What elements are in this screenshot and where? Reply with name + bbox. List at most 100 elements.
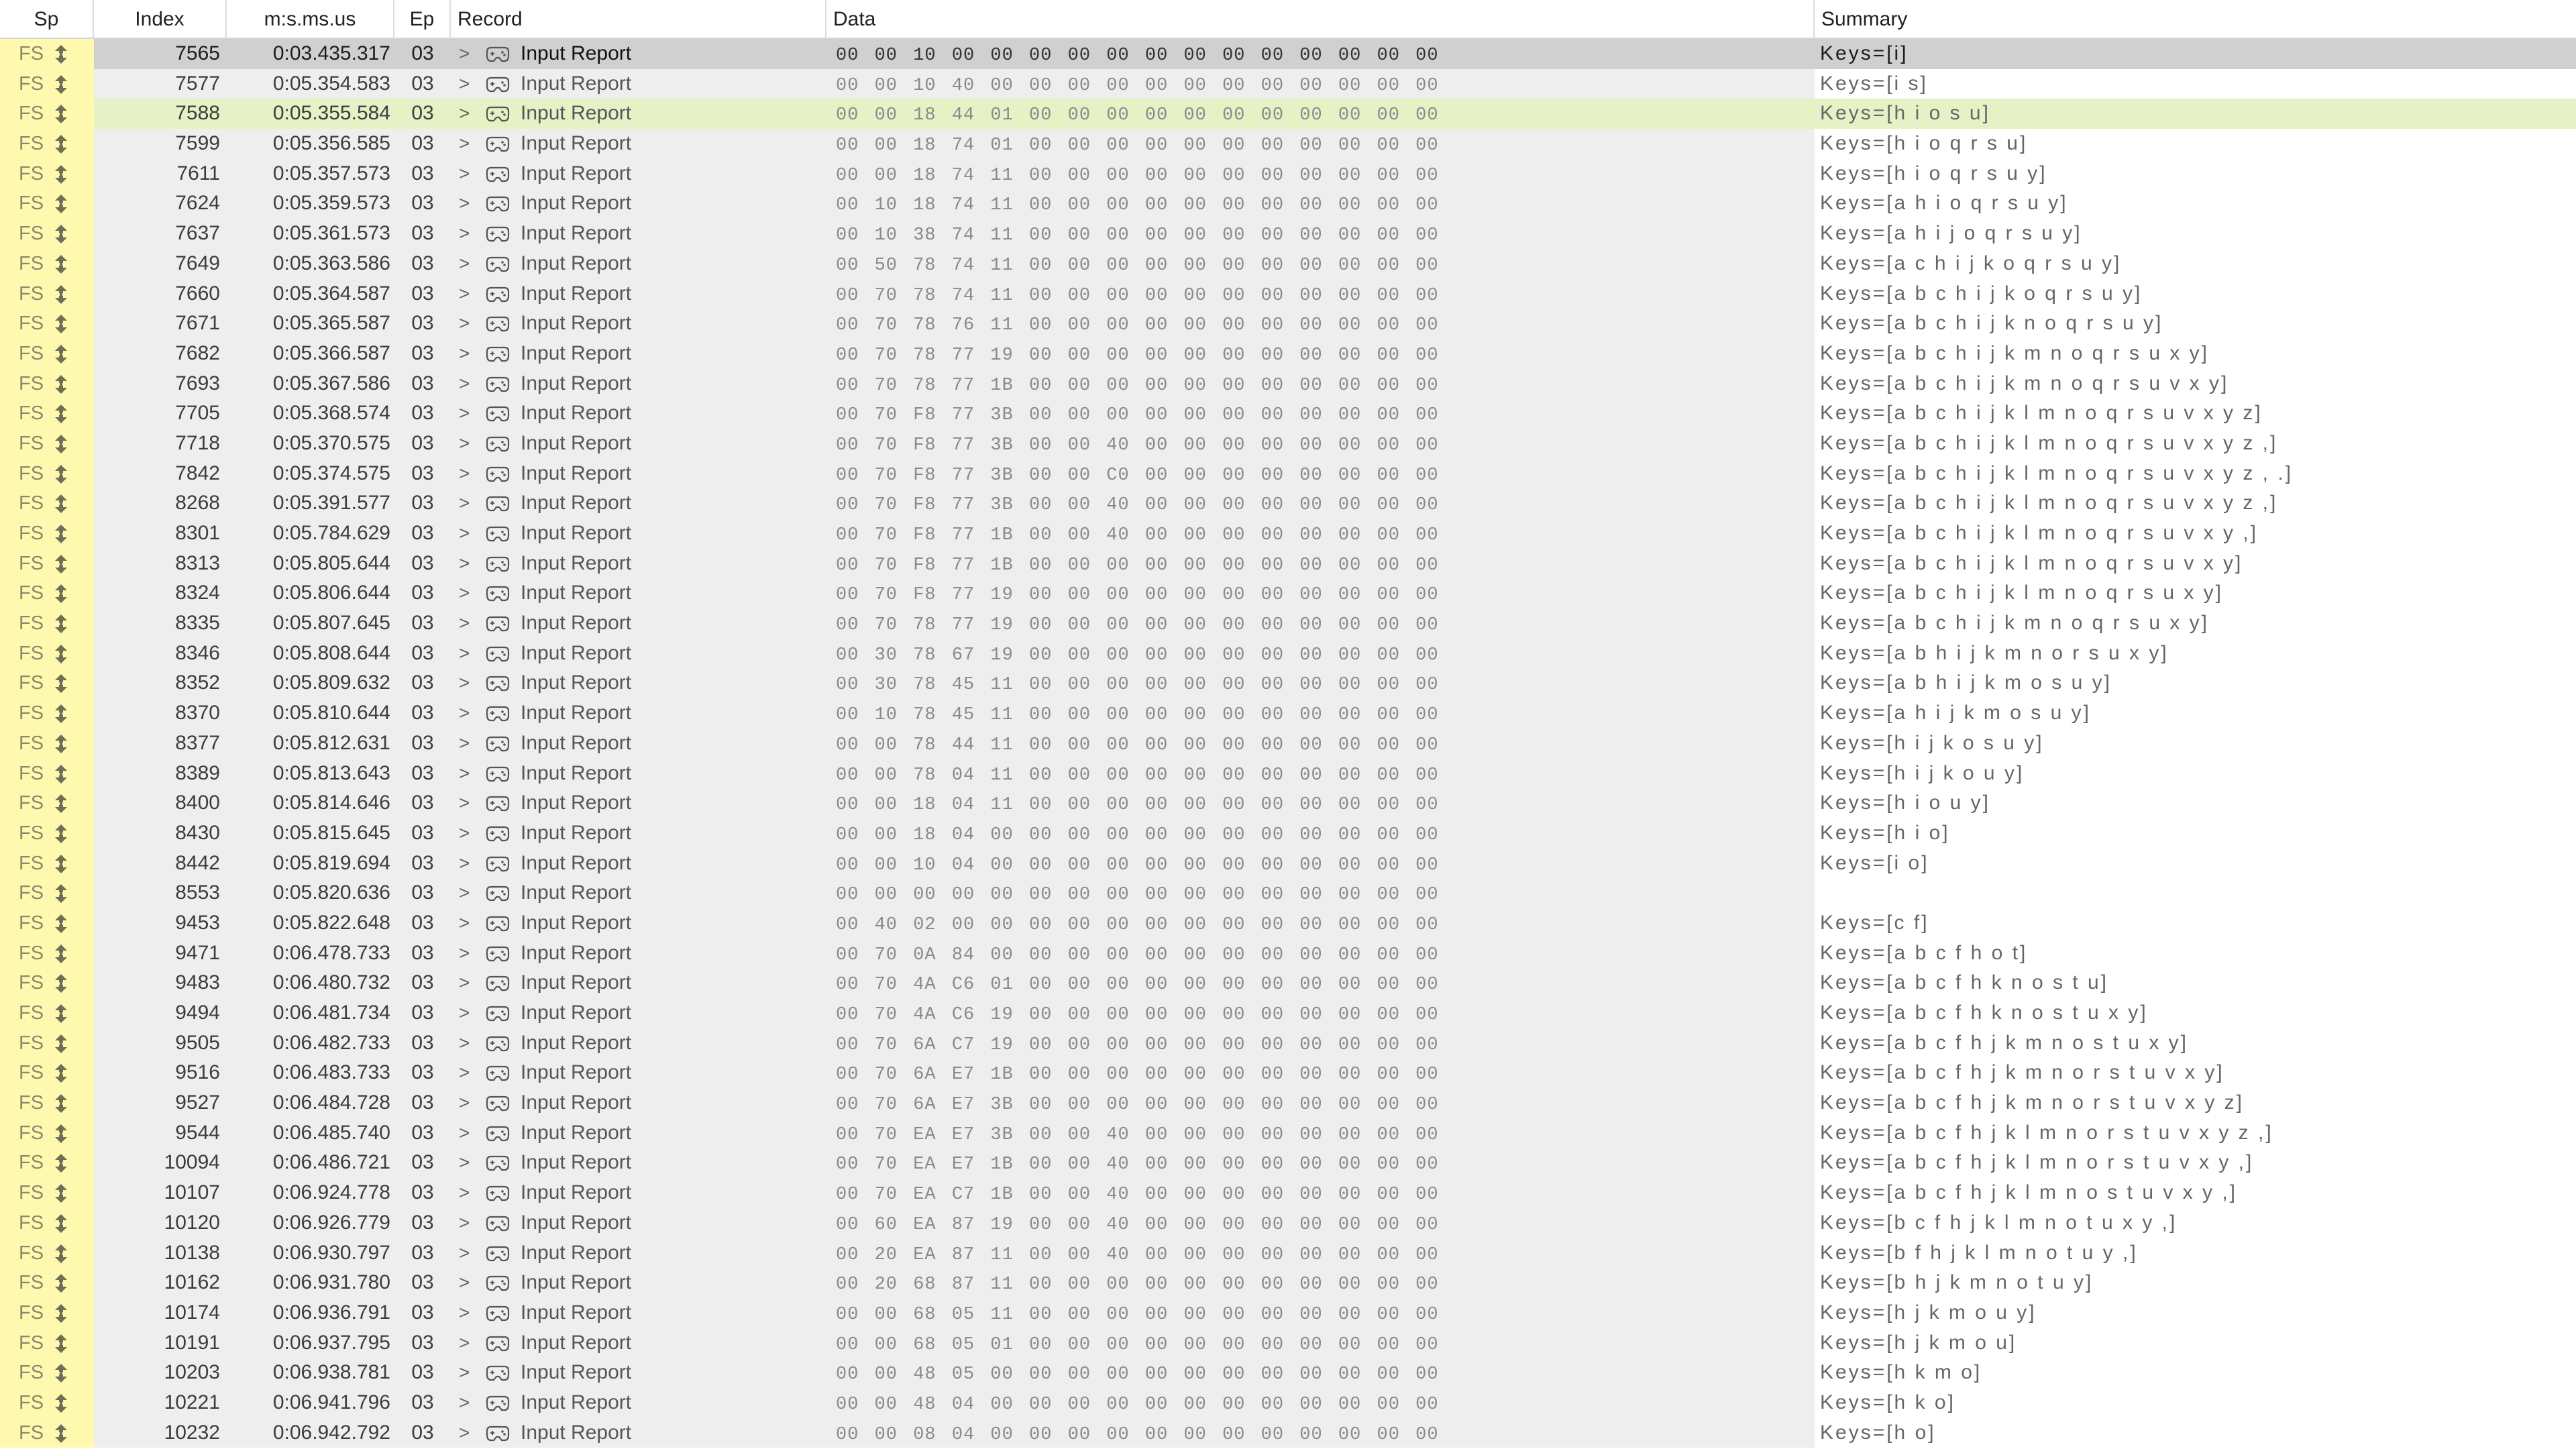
- chevron-right-icon[interactable]: >: [459, 578, 470, 608]
- chevron-right-icon[interactable]: >: [459, 938, 470, 969]
- column-header-sp[interactable]: Sp: [0, 0, 94, 38]
- chevron-right-icon[interactable]: >: [459, 369, 470, 399]
- trace-row[interactable]: FS 9505 0:06.482.733 03 > Input Report 0…: [0, 1028, 2576, 1059]
- trace-row[interactable]: FS 8324 0:05.806.644 03 > Input Report 0…: [0, 578, 2576, 609]
- chevron-right-icon[interactable]: >: [459, 488, 470, 519]
- trace-row[interactable]: FS 8389 0:05.813.643 03 > Input Report 0…: [0, 758, 2576, 789]
- chevron-right-icon[interactable]: >: [459, 1418, 470, 1448]
- column-header-index[interactable]: Index: [94, 0, 227, 38]
- chevron-right-icon[interactable]: >: [459, 519, 470, 549]
- trace-row[interactable]: FS 7565 0:03.435.317 03 > Input Report 0…: [0, 39, 2576, 69]
- trace-row[interactable]: FS 8400 0:05.814.646 03 > Input Report 0…: [0, 788, 2576, 818]
- chevron-right-icon[interactable]: >: [459, 39, 470, 69]
- trace-row[interactable]: FS 10191 0:06.937.795 03 > Input Report …: [0, 1328, 2576, 1358]
- chevron-right-icon[interactable]: >: [459, 99, 470, 129]
- trace-row[interactable]: FS 7693 0:05.367.586 03 > Input Report 0…: [0, 368, 2576, 399]
- chevron-right-icon[interactable]: >: [459, 698, 470, 729]
- trace-row[interactable]: FS 7705 0:05.368.574 03 > Input Report 0…: [0, 398, 2576, 429]
- trace-row[interactable]: FS 8268 0:05.391.577 03 > Input Report 0…: [0, 488, 2576, 519]
- trace-row[interactable]: FS 7624 0:05.359.573 03 > Input Report 0…: [0, 189, 2576, 219]
- column-header-time[interactable]: m:s.ms.us: [227, 0, 394, 38]
- trace-row[interactable]: FS 7660 0:05.364.587 03 > Input Report 0…: [0, 278, 2576, 309]
- chevron-right-icon[interactable]: >: [459, 249, 470, 279]
- chevron-right-icon[interactable]: >: [459, 219, 470, 249]
- chevron-right-icon[interactable]: >: [459, 998, 470, 1028]
- trace-row[interactable]: FS 9483 0:06.480.732 03 > Input Report 0…: [0, 968, 2576, 998]
- chevron-right-icon[interactable]: >: [459, 668, 470, 698]
- chevron-right-icon[interactable]: >: [459, 1148, 470, 1178]
- trace-row[interactable]: FS 7588 0:05.355.584 03 > Input Report 0…: [0, 99, 2576, 129]
- chevron-right-icon[interactable]: >: [459, 1028, 470, 1059]
- chevron-right-icon[interactable]: >: [459, 398, 470, 429]
- chevron-right-icon[interactable]: >: [459, 878, 470, 908]
- chevron-right-icon[interactable]: >: [459, 1088, 470, 1118]
- trace-row[interactable]: FS 10094 0:06.486.721 03 > Input Report …: [0, 1148, 2576, 1179]
- chevron-right-icon[interactable]: >: [459, 69, 470, 99]
- chevron-right-icon[interactable]: >: [459, 429, 470, 459]
- trace-row[interactable]: FS 7577 0:05.354.583 03 > Input Report 0…: [0, 68, 2576, 99]
- column-header-record[interactable]: Record: [451, 0, 826, 38]
- chevron-right-icon[interactable]: >: [459, 159, 470, 189]
- trace-row[interactable]: FS 10162 0:06.931.780 03 > Input Report …: [0, 1268, 2576, 1298]
- trace-row[interactable]: FS 8313 0:05.805.644 03 > Input Report 0…: [0, 548, 2576, 579]
- chevron-right-icon[interactable]: >: [459, 1358, 470, 1388]
- trace-row[interactable]: FS 7599 0:05.356.585 03 > Input Report 0…: [0, 129, 2576, 159]
- trace-row[interactable]: FS 10138 0:06.930.797 03 > Input Report …: [0, 1238, 2576, 1269]
- trace-row[interactable]: FS 8346 0:05.808.644 03 > Input Report 0…: [0, 638, 2576, 669]
- trace-row[interactable]: FS 10120 0:06.926.779 03 > Input Report …: [0, 1208, 2576, 1238]
- trace-row[interactable]: FS 7671 0:05.365.587 03 > Input Report 0…: [0, 309, 2576, 339]
- trace-row[interactable]: FS 9544 0:06.485.740 03 > Input Report 0…: [0, 1118, 2576, 1148]
- chevron-right-icon[interactable]: >: [459, 1118, 470, 1148]
- chevron-right-icon[interactable]: >: [459, 129, 470, 159]
- column-header-ep[interactable]: Ep: [394, 0, 451, 38]
- trace-row[interactable]: FS 8430 0:05.815.645 03 > Input Report 0…: [0, 818, 2576, 849]
- trace-row[interactable]: FS 10203 0:06.938.781 03 > Input Report …: [0, 1358, 2576, 1388]
- trace-row[interactable]: FS 8335 0:05.807.645 03 > Input Report 0…: [0, 608, 2576, 639]
- chevron-right-icon[interactable]: >: [459, 908, 470, 938]
- trace-row[interactable]: FS 7611 0:05.357.573 03 > Input Report 0…: [0, 158, 2576, 189]
- trace-row[interactable]: FS 7649 0:05.363.586 03 > Input Report 0…: [0, 248, 2576, 279]
- trace-row[interactable]: FS 7718 0:05.370.575 03 > Input Report 0…: [0, 428, 2576, 459]
- trace-row[interactable]: FS 7637 0:05.361.573 03 > Input Report 0…: [0, 219, 2576, 249]
- chevron-right-icon[interactable]: >: [459, 549, 470, 579]
- chevron-right-icon[interactable]: >: [459, 639, 470, 669]
- trace-row[interactable]: FS 8442 0:05.819.694 03 > Input Report 0…: [0, 848, 2576, 879]
- trace-row[interactable]: FS 9471 0:06.478.733 03 > Input Report 0…: [0, 938, 2576, 969]
- trace-row[interactable]: FS 7842 0:05.374.575 03 > Input Report 0…: [0, 458, 2576, 489]
- trace-row[interactable]: FS 8553 0:05.820.636 03 > Input Report 0…: [0, 878, 2576, 908]
- chevron-right-icon[interactable]: >: [459, 818, 470, 849]
- chevron-right-icon[interactable]: >: [459, 608, 470, 639]
- trace-row[interactable]: FS 7682 0:05.366.587 03 > Input Report 0…: [0, 338, 2576, 369]
- chevron-right-icon[interactable]: >: [459, 849, 470, 879]
- chevron-right-icon[interactable]: >: [459, 759, 470, 789]
- chevron-right-icon[interactable]: >: [459, 1178, 470, 1208]
- chevron-right-icon[interactable]: >: [459, 1058, 470, 1088]
- chevron-right-icon[interactable]: >: [459, 309, 470, 339]
- chevron-right-icon[interactable]: >: [459, 339, 470, 369]
- trace-row[interactable]: FS 10221 0:06.941.796 03 > Input Report …: [0, 1387, 2576, 1418]
- chevron-right-icon[interactable]: >: [459, 189, 470, 219]
- chevron-right-icon[interactable]: >: [459, 1268, 470, 1298]
- chevron-right-icon[interactable]: >: [459, 459, 470, 489]
- trace-row[interactable]: FS 9494 0:06.481.734 03 > Input Report 0…: [0, 998, 2576, 1028]
- chevron-right-icon[interactable]: >: [459, 1298, 470, 1328]
- trace-row[interactable]: FS 9516 0:06.483.733 03 > Input Report 0…: [0, 1058, 2576, 1089]
- trace-row[interactable]: FS 9527 0:06.484.728 03 > Input Report 0…: [0, 1088, 2576, 1118]
- trace-row[interactable]: FS 10107 0:06.924.778 03 > Input Report …: [0, 1178, 2576, 1208]
- chevron-right-icon[interactable]: >: [459, 1238, 470, 1269]
- trace-row[interactable]: FS 10174 0:06.936.791 03 > Input Report …: [0, 1297, 2576, 1328]
- chevron-right-icon[interactable]: >: [459, 968, 470, 998]
- trace-row[interactable]: FS 8370 0:05.810.644 03 > Input Report 0…: [0, 698, 2576, 729]
- trace-row[interactable]: FS 9453 0:05.822.648 03 > Input Report 0…: [0, 908, 2576, 938]
- chevron-right-icon[interactable]: >: [459, 1208, 470, 1238]
- trace-row[interactable]: FS 8352 0:05.809.632 03 > Input Report 0…: [0, 668, 2576, 699]
- chevron-right-icon[interactable]: >: [459, 1328, 470, 1358]
- chevron-right-icon[interactable]: >: [459, 1388, 470, 1418]
- chevron-right-icon[interactable]: >: [459, 729, 470, 759]
- column-header-summary[interactable]: Summary: [1815, 0, 2576, 38]
- trace-row[interactable]: FS 10232 0:06.942.792 03 > Input Report …: [0, 1417, 2576, 1448]
- column-header-data[interactable]: Data: [826, 0, 1815, 38]
- chevron-right-icon[interactable]: >: [459, 279, 470, 309]
- trace-row[interactable]: FS 8377 0:05.812.631 03 > Input Report 0…: [0, 728, 2576, 759]
- chevron-right-icon[interactable]: >: [459, 788, 470, 818]
